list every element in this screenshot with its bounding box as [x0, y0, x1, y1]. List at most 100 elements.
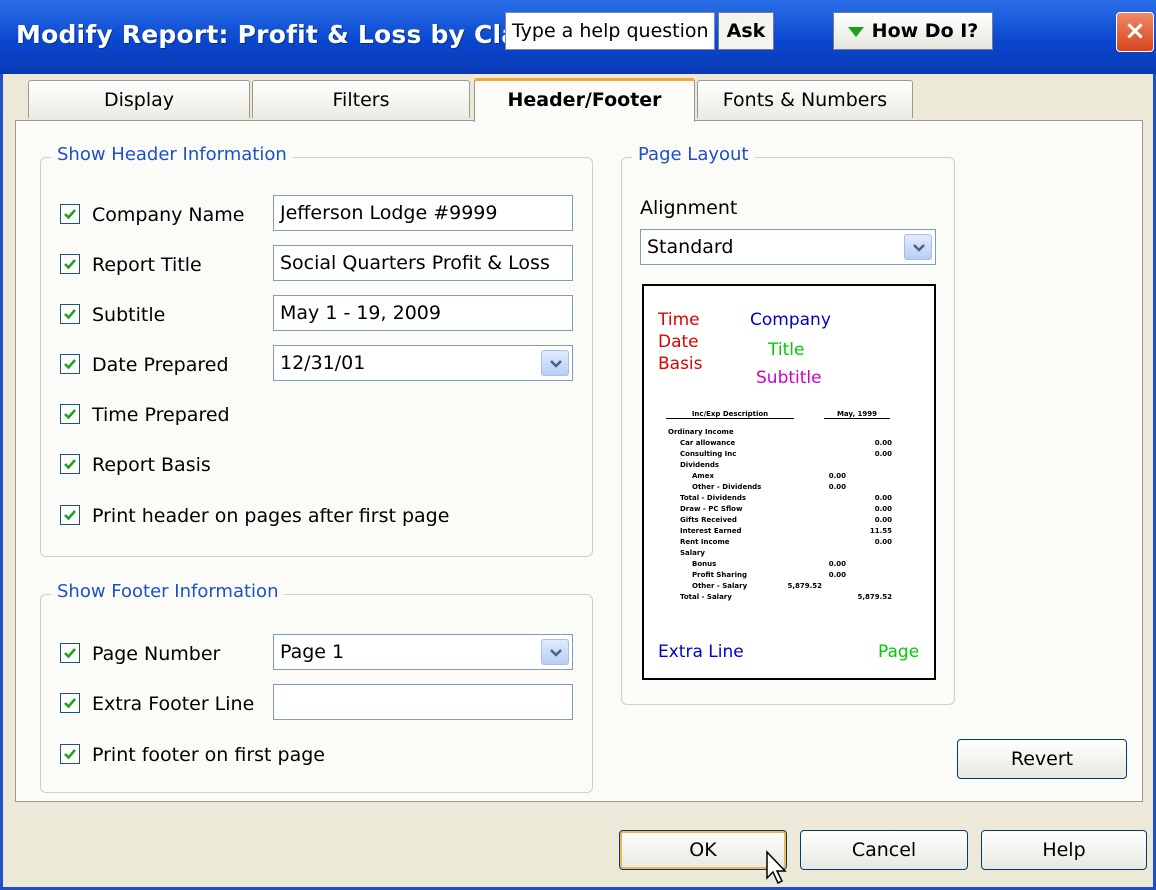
preview-line-label: Rent Income — [680, 538, 730, 546]
mouse-pointer-icon — [766, 850, 787, 885]
print-header-label: Print header on pages after first page — [92, 505, 450, 527]
preview-col-head-right: May, 1999 — [824, 410, 890, 419]
preview-title: Title — [768, 340, 805, 360]
alignment-label: Alignment — [640, 197, 737, 225]
page-number-select[interactable]: Page 1 — [273, 634, 573, 670]
preview-subtitle: Subtitle — [756, 368, 822, 388]
tab-header-footer[interactable]: Header/Footer — [474, 78, 695, 122]
preview-line-label: Car allowance — [680, 439, 736, 447]
chevron-down-icon[interactable] — [904, 234, 932, 260]
preview-line-value: 0.00 — [874, 450, 892, 458]
preview-line-value: 0.00 — [828, 483, 846, 491]
preview-line-label: Draw - PC Sflow — [680, 505, 743, 513]
preview-line-value: 0.00 — [874, 516, 892, 524]
preview-time: Time — [658, 310, 700, 330]
date-prepared-value: 12/31/01 — [280, 352, 366, 374]
preview-line-label: Consulting Inc — [680, 450, 737, 458]
cancel-button[interactable]: Cancel — [800, 830, 968, 870]
tab-header-footer-label: Header/Footer — [507, 89, 662, 111]
ok-button[interactable]: OK — [619, 830, 787, 870]
preview-line-label: Gifts Received — [680, 516, 737, 524]
extra-footer-label: Extra Footer Line — [92, 693, 255, 715]
tab-fonts-numbers-label: Fonts & Numbers — [722, 89, 888, 111]
preview-line-label: Interest Earned — [680, 527, 742, 535]
tab-filters[interactable]: Filters — [252, 80, 470, 118]
company-name-field[interactable]: Jefferson Lodge #9999 — [273, 195, 573, 231]
preview-line-label: Other - Dividends — [692, 483, 762, 491]
preview-line-label: Bonus — [692, 560, 717, 568]
tab-fonts-numbers[interactable]: Fonts & Numbers — [697, 80, 913, 118]
preview-line-value: 5,879.52 — [787, 582, 822, 590]
preview-date: Date — [658, 332, 699, 352]
preview-line-label: Dividends — [680, 461, 720, 469]
report-title-label: Report Title — [92, 254, 202, 276]
report-basis-label: Report Basis — [92, 454, 211, 476]
alignment-value: Standard — [647, 236, 734, 258]
preview-line-label: Amex — [692, 472, 714, 480]
chevron-down-icon[interactable] — [541, 350, 569, 376]
alignment-label-text: Alignment — [640, 197, 738, 219]
print-header-checkbox[interactable] — [60, 505, 80, 525]
ask-button[interactable]: Ask — [718, 12, 774, 50]
report-title-checkbox[interactable] — [60, 254, 80, 274]
tab-display-label: Display — [103, 89, 175, 111]
page-number-label: Page Number — [92, 643, 221, 665]
preview-line-label: Other - Salary — [692, 582, 748, 590]
date-prepared-select[interactable]: 12/31/01 — [273, 345, 573, 381]
date-prepared-checkbox[interactable] — [60, 354, 80, 374]
preview-page: Page — [878, 642, 920, 662]
preview-line-value: 0.00 — [874, 505, 892, 513]
preview-line-value: 11.55 — [869, 527, 892, 535]
preview-extra-line: Extra Line — [658, 642, 744, 662]
subtitle-checkbox[interactable] — [60, 304, 80, 324]
help-button[interactable]: Help — [981, 830, 1147, 870]
preview-line-label: Total - Salary — [680, 593, 732, 601]
modify-report-window: Modify Report: Profit & Loss by Class Ty… — [0, 0, 1156, 890]
print-footer-checkbox[interactable] — [60, 744, 80, 764]
print-footer-label: Print footer on first page — [92, 744, 326, 766]
alignment-select[interactable]: Standard — [640, 229, 936, 265]
revert-button[interactable]: Revert — [957, 739, 1127, 779]
preview-line-label: Ordinary Income — [668, 428, 734, 436]
subtitle-label: Subtitle — [92, 304, 166, 326]
preview-line-label: Profit Sharing — [692, 571, 747, 579]
how-do-i-label: How Do I? — [871, 20, 979, 42]
preview-line-value: 0.00 — [828, 472, 846, 480]
header-group-legend: Show Header Information — [51, 144, 293, 165]
page-number-value: Page 1 — [280, 641, 345, 663]
preview-basis: Basis — [658, 354, 703, 374]
title-bar[interactable]: Modify Report: Profit & Loss by Class Ty… — [0, 0, 1156, 74]
time-prepared-checkbox[interactable] — [60, 404, 80, 424]
extra-footer-checkbox[interactable] — [60, 693, 80, 713]
page-layout-legend: Page Layout — [632, 144, 755, 165]
help-question-input[interactable]: Type a help question — [505, 12, 715, 50]
tab-filters-label: Filters — [332, 89, 390, 111]
time-prepared-label: Time Prepared — [92, 404, 230, 426]
date-prepared-label: Date Prepared — [92, 354, 229, 376]
preview-line-value: 0.00 — [874, 439, 892, 447]
preview-line-value: 5,879.52 — [857, 593, 892, 601]
preview-line-value: 0.00 — [828, 571, 846, 579]
chevron-down-icon[interactable] — [541, 639, 569, 665]
preview-company: Company — [750, 310, 831, 330]
company-name-checkbox[interactable] — [60, 204, 80, 224]
preview-line-label: Salary — [680, 549, 705, 557]
preview-line-value: 0.00 — [874, 538, 892, 546]
report-basis-checkbox[interactable] — [60, 454, 80, 474]
window-title: Modify Report: Profit & Loss by Class — [16, 20, 549, 49]
preview-line-value: 0.00 — [874, 494, 892, 502]
how-do-i-button[interactable]: How Do I? — [833, 12, 993, 50]
close-icon: × — [1124, 16, 1146, 46]
company-name-label: Company Name — [92, 204, 245, 226]
extra-footer-field[interactable] — [273, 684, 573, 720]
report-title-field[interactable]: Social Quarters Profit & Loss — [273, 245, 573, 281]
close-button[interactable]: × — [1116, 12, 1154, 52]
preview-line-value: 0.00 — [828, 560, 846, 568]
layout-preview: Time Date Basis Company Title Subtitle I… — [642, 284, 936, 680]
subtitle-field[interactable]: May 1 - 19, 2009 — [273, 295, 573, 331]
preview-col-head-left: Inc/Exp Description — [666, 410, 794, 419]
footer-group-legend: Show Footer Information — [51, 581, 285, 602]
preview-line-label: Total - Dividends — [680, 494, 746, 502]
page-number-checkbox[interactable] — [60, 643, 80, 663]
tab-display[interactable]: Display — [28, 80, 250, 118]
